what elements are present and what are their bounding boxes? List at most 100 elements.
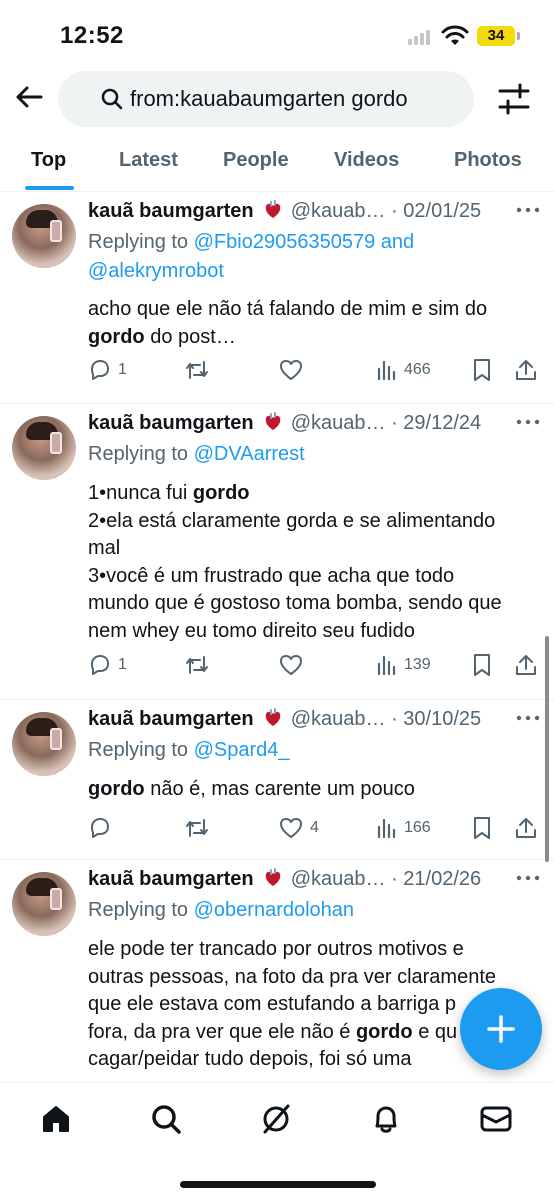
more-icon[interactable] <box>516 874 540 882</box>
tweet-text-part: mundo que é gostoso toma bomba, sendo qu… <box>88 592 502 614</box>
author-name[interactable]: kauã baumgarten <box>88 868 254 890</box>
nav-grok[interactable] <box>258 1101 294 1137</box>
plus-icon <box>487 1015 515 1043</box>
home-indicator[interactable] <box>180 1181 376 1188</box>
like-button[interactable]: 4 <box>278 816 319 840</box>
search-query: from:kauabaumgarten gordo <box>130 86 408 111</box>
more-icon[interactable] <box>516 206 540 214</box>
battery-tip <box>517 32 520 40</box>
search-icon <box>152 1105 181 1134</box>
avatar[interactable] <box>12 712 76 776</box>
tab-videos[interactable]: Videos <box>334 149 399 172</box>
author-handle[interactable]: @kauab… <box>291 868 386 890</box>
like-button[interactable] <box>278 358 310 382</box>
sliders-icon[interactable] <box>494 82 534 116</box>
home-icon <box>43 1106 69 1132</box>
search-tabs: Top Latest People Videos Photos <box>0 134 554 192</box>
active-tab-indicator <box>25 186 74 190</box>
author-name[interactable]: kauã baumgarten <box>88 708 254 730</box>
bookmark-icon[interactable] <box>472 653 492 677</box>
views-button[interactable]: 139 <box>376 653 431 677</box>
tweet-text-part: cagar/peidar tudo depois, foi só uma <box>88 1048 412 1070</box>
analytics-icon <box>377 360 396 381</box>
highlighted-term: gordo <box>88 778 145 800</box>
tab-photos[interactable]: Photos <box>454 149 522 172</box>
views-button[interactable]: 466 <box>376 358 431 382</box>
reply-icon <box>91 818 109 838</box>
reply-icon <box>91 360 109 380</box>
replying-to: Replying to @Spard4_ <box>88 736 290 765</box>
tab-people[interactable]: People <box>223 149 289 172</box>
mention-link[interactable]: @alekrymrobot <box>88 260 224 282</box>
arrow-left-icon <box>16 86 43 108</box>
tweet-text: gordo não é, mas carente um pouco <box>88 776 538 804</box>
highlighted-term: gordo <box>355 1020 413 1043</box>
share-icon[interactable] <box>514 816 538 840</box>
author-name[interactable]: kauã baumgarten <box>88 412 254 434</box>
nav-messages[interactable] <box>478 1101 514 1137</box>
tweet[interactable]: kauã baumgarten @kauab… · 30/10/25 Reply… <box>0 700 554 860</box>
more-icon[interactable] <box>516 714 540 722</box>
mention-link[interactable]: @Spard4_ <box>194 739 290 761</box>
tweet-text-part: fora, da pra ver que ele não é <box>88 1020 351 1043</box>
share-icon[interactable] <box>514 653 538 677</box>
tweet-header: kauã baumgarten @kauab… · 21/02/26 <box>88 868 518 896</box>
retweet-button[interactable] <box>184 816 216 840</box>
search-input[interactable]: from:kauabaumgarten gordo <box>58 71 474 127</box>
more-icon[interactable] <box>516 418 540 426</box>
replying-to: Replying to @obernardolohan <box>88 896 354 925</box>
bookmark-icon[interactable] <box>472 816 492 840</box>
author-handle[interactable]: @kauab… <box>291 200 386 222</box>
tweet-header: kauã baumgarten @kauab… · 29/12/24 <box>88 412 518 440</box>
replying-to: Replying to @Fbio29056350579 and @alekry… <box>88 228 414 286</box>
like-button[interactable] <box>278 653 310 677</box>
share-icon[interactable] <box>514 358 538 382</box>
anatomical-heart-emoji-icon <box>265 412 281 430</box>
tweet-header: kauã baumgarten @kauab… · 30/10/25 <box>88 708 518 736</box>
status-bar: 12:52 34 <box>0 0 554 66</box>
mention-link[interactable]: @DVAarrest <box>194 443 305 465</box>
view-count: 166 <box>404 819 431 836</box>
replying-to-label: Replying to <box>88 899 189 921</box>
mention-link[interactable]: @obernardolohan <box>194 899 354 921</box>
back-button[interactable] <box>12 80 46 114</box>
author-name[interactable]: kauã baumgarten <box>88 200 254 222</box>
reply-icon <box>91 655 109 675</box>
replying-to-label: Replying to <box>88 739 189 761</box>
reply-button[interactable]: 1 <box>88 358 127 382</box>
nav-home[interactable] <box>38 1101 74 1137</box>
reply-button[interactable]: 1 <box>88 653 127 677</box>
tweet-date[interactable]: · 02/01/25 <box>391 200 481 222</box>
nav-search[interactable] <box>148 1101 184 1137</box>
mention-link[interactable]: @Fbio29056350579 and <box>194 231 415 253</box>
tweet-header: kauã baumgarten @kauab… · 02/01/25 <box>88 200 518 228</box>
tweet[interactable]: kauã baumgarten @kauab… · 02/01/25 Reply… <box>0 192 554 404</box>
views-button[interactable]: 166 <box>376 816 431 840</box>
search-results-feed[interactable]: kauã baumgarten @kauab… · 02/01/25 Reply… <box>0 192 554 1082</box>
mail-icon <box>480 1106 512 1132</box>
retweet-button[interactable] <box>184 358 216 382</box>
avatar[interactable] <box>12 872 76 936</box>
retweet-button[interactable] <box>184 653 216 677</box>
reply-count: 1 <box>118 656 127 673</box>
tweet[interactable]: kauã baumgarten @kauab… · 29/12/24 Reply… <box>0 404 554 700</box>
tweet-text-part: do post… <box>150 325 236 348</box>
tweet-date[interactable]: · 29/12/24 <box>391 412 481 434</box>
scrollbar[interactable] <box>545 636 549 862</box>
nav-notifications[interactable] <box>368 1101 404 1137</box>
highlighted-term: gordo <box>88 325 145 348</box>
tweet-date[interactable]: · 21/02/26 <box>391 868 481 890</box>
bookmark-icon[interactable] <box>472 358 492 382</box>
tweet-text-part: nem whey eu tomo direito seu fudido <box>88 619 415 642</box>
author-handle[interactable]: @kauab… <box>291 708 386 730</box>
tab-top[interactable]: Top <box>31 149 66 172</box>
compose-button[interactable] <box>460 988 542 1070</box>
avatar[interactable] <box>12 204 76 268</box>
reply-button[interactable] <box>88 816 118 840</box>
author-handle[interactable]: @kauab… <box>291 412 386 434</box>
tab-latest[interactable]: Latest <box>119 149 178 172</box>
avatar[interactable] <box>12 416 76 480</box>
tweet-text-part: outras pessoas, na foto da pra ver clara… <box>88 965 497 988</box>
anatomical-heart-emoji-icon <box>265 708 281 726</box>
tweet-date[interactable]: · 30/10/25 <box>391 708 481 730</box>
